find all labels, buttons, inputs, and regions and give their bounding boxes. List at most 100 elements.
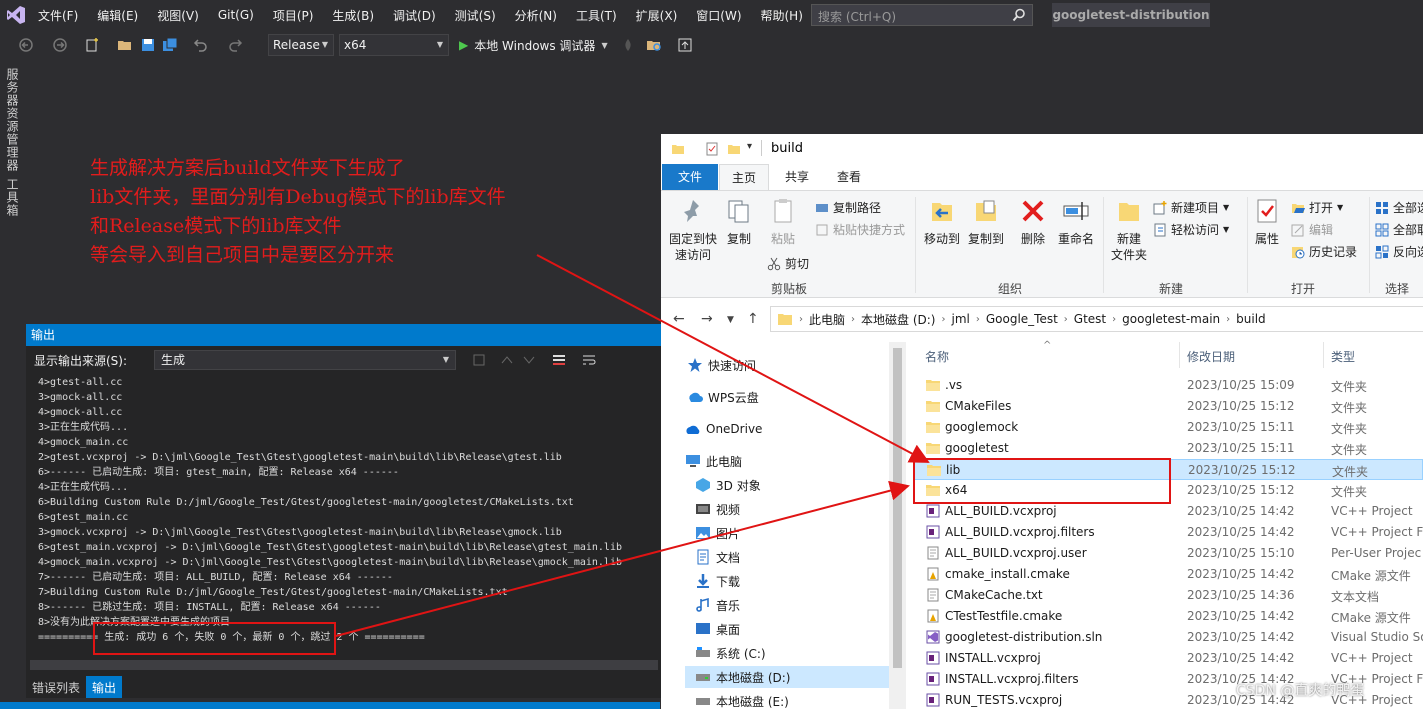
save-icon[interactable] (140, 37, 156, 53)
file-row[interactable]: cmake_install.cmake 2023/10/25 14:42 CMake… (913, 564, 1423, 585)
tab-file[interactable]: 文件 (662, 164, 718, 190)
next-message-icon[interactable] (522, 353, 536, 367)
output-source-select[interactable]: 生成 ▼ (154, 350, 456, 370)
menu-item[interactable]: Git(G) (218, 8, 254, 22)
output-log[interactable]: 4>gtest-all.cc 3>gmock-all.cc 4>gmock-all.… (38, 375, 658, 645)
folder-row[interactable]: .vs 2023/10/25 15:09 文件夹 (913, 375, 1423, 396)
nav-item[interactable]: 快速访问 (685, 354, 756, 376)
breadcrumb-separator-icon[interactable]: › (799, 314, 803, 325)
easy-access-button[interactable]: 轻松访问 ▼ (1153, 221, 1229, 238)
folder-row[interactable]: CMakeFiles 2023/10/25 15:12 文件夹 (913, 396, 1423, 417)
breadcrumb-separator-icon[interactable]: › (851, 314, 855, 325)
breadcrumb-separator-icon[interactable]: › (1064, 314, 1068, 325)
breadcrumb-item[interactable]: googletest-main (1122, 312, 1220, 326)
server-explorer-tab[interactable]: 服务器资源管理器 (4, 68, 21, 172)
nav-item[interactable]: WPS云盘 (685, 386, 759, 408)
up-arrow-icon[interactable]: ↑ (747, 311, 759, 327)
tab-error-list[interactable]: 错误列表 (26, 676, 86, 698)
clear-all-icon[interactable] (552, 353, 566, 367)
back-arrow-icon[interactable]: ← (673, 311, 685, 327)
menu-item[interactable]: 文件(F) (38, 7, 78, 24)
paste-button[interactable]: 粘贴 (765, 197, 801, 247)
customize-quick-access-icon[interactable]: ▾ (747, 141, 752, 152)
breadcrumb-item[interactable]: 此电脑 (809, 311, 845, 328)
invert-selection-button[interactable]: 反向选 (1375, 243, 1423, 260)
tab-output[interactable]: 输出 (86, 676, 123, 698)
column-type[interactable]: 类型 (1331, 348, 1355, 365)
undo-icon[interactable] (192, 37, 208, 53)
copy-to-button[interactable]: 复制到 (965, 197, 1007, 247)
platform-select[interactable]: x64 ▼ (339, 34, 449, 56)
menu-item[interactable]: 工具(T) (576, 7, 617, 24)
move-to-button[interactable]: 移动到 (921, 197, 963, 247)
breadcrumb-separator-icon[interactable]: › (1226, 314, 1230, 325)
file-row[interactable]: CMakeCache.txt 2023/10/25 14:36 文本文档 (913, 585, 1423, 606)
save-all-icon[interactable] (162, 37, 178, 53)
file-row[interactable]: googletest-distribution.sln 2023/10/25 14… (913, 627, 1423, 648)
nav-item[interactable]: 图片 (685, 522, 740, 544)
recent-locations-icon[interactable]: ▼ (727, 315, 734, 325)
menu-item[interactable]: 生成(B) (332, 7, 374, 24)
file-row[interactable]: CTestTestfile.cmake 2023/10/25 14:42 CMake… (913, 606, 1423, 627)
select-all-button[interactable]: 全部选 (1375, 199, 1423, 216)
previous-message-icon[interactable] (500, 353, 514, 367)
history-button[interactable]: 历史记录 (1291, 243, 1357, 260)
new-item-button[interactable]: 新建项目 ▼ (1153, 199, 1229, 216)
column-date[interactable]: 修改日期 (1187, 348, 1235, 365)
cut-button[interactable]: 剪切 (767, 255, 809, 272)
file-row[interactable]: ALL_BUILD.vcxproj.filters 2023/10/25 14:4… (913, 522, 1423, 543)
tab-home[interactable]: 主页 (719, 164, 769, 190)
nav-item[interactable]: 系统 (C:) (685, 642, 766, 664)
output-horizontal-scrollbar[interactable] (30, 660, 658, 670)
start-debugging-button[interactable]: ▶ 本地 Windows 调试器 ▼ (459, 35, 608, 55)
menu-item[interactable]: 分析(N) (515, 7, 557, 24)
breadcrumb-separator-icon[interactable]: › (976, 314, 980, 325)
tab-view[interactable]: 查看 (827, 164, 871, 190)
go-to-line-icon[interactable] (472, 353, 486, 367)
file-row[interactable]: INSTALL.vcxproj 2023/10/25 14:42 VC++ Proj… (913, 648, 1423, 669)
nav-item[interactable]: 本地磁盘 (E:) (685, 690, 789, 709)
new-project-icon[interactable] (84, 37, 100, 53)
solution-explorer-icon[interactable] (677, 37, 693, 53)
edit-button[interactable]: 编辑 (1291, 221, 1333, 238)
delete-button[interactable]: 删除 (1015, 197, 1051, 247)
open-folder-icon[interactable] (117, 37, 133, 53)
properties-quick-icon[interactable] (705, 142, 719, 156)
breadcrumb-item[interactable]: Google_Test (986, 312, 1058, 326)
new-folder-button[interactable]: 新建 文件夹 (1107, 197, 1151, 263)
redo-icon[interactable] (228, 37, 244, 53)
menu-item[interactable]: 编辑(E) (97, 7, 138, 24)
open-button[interactable]: 打开 ▼ (1291, 199, 1343, 216)
breadcrumb-separator-icon[interactable]: › (941, 314, 945, 325)
nav-item[interactable]: 3D 对象 (685, 474, 761, 496)
address-bar[interactable]: › 此电脑 › 本地磁盘 (D:) › jml › Google_Test › Gtest › goo… (770, 306, 1423, 332)
solution-name-badge[interactable]: googletest-distribution (1052, 3, 1210, 27)
search-input[interactable]: 搜索 (Ctrl+Q) (811, 4, 1033, 26)
scrollbar-thumb[interactable] (893, 348, 902, 668)
find-in-files-icon[interactable] (646, 37, 662, 53)
paste-shortcut-button[interactable]: 粘贴快捷方式 (815, 221, 905, 238)
menu-item[interactable]: 调试(D) (393, 7, 436, 24)
back-icon[interactable] (18, 37, 34, 53)
pin-to-quick-access-button[interactable]: 固定到快 速访问 (667, 197, 719, 263)
breadcrumb-separator-icon[interactable]: › (1112, 314, 1116, 325)
forward-arrow-icon[interactable]: → (701, 311, 713, 327)
search-icon[interactable] (1012, 8, 1026, 22)
nav-item[interactable]: 下载 (685, 570, 740, 592)
chevron-down-icon[interactable]: ▼ (601, 41, 607, 50)
nav-item[interactable]: 视频 (685, 498, 740, 520)
properties-button[interactable]: 属性 (1251, 197, 1283, 247)
breadcrumb-item[interactable]: 本地磁盘 (D:) (861, 311, 935, 328)
file-row[interactable]: ALL_BUILD.vcxproj 2023/10/25 14:42 VC++ Pr… (913, 501, 1423, 522)
nav-item[interactable]: 文档 (685, 546, 740, 568)
tab-share[interactable]: 共享 (775, 164, 819, 190)
breadcrumb-item[interactable]: jml (951, 312, 969, 326)
navigation-scrollbar[interactable] (889, 342, 906, 709)
menu-item[interactable]: 帮助(H) (761, 7, 803, 24)
breadcrumb-item[interactable]: build (1236, 312, 1266, 326)
toolbox-tab[interactable]: 工具箱 (4, 178, 21, 217)
nav-item[interactable]: 本地磁盘 (D:) (685, 666, 889, 688)
copy-button[interactable]: 复制 (723, 197, 755, 247)
forward-icon[interactable] (52, 37, 68, 53)
menu-item[interactable]: 项目(P) (273, 7, 314, 24)
